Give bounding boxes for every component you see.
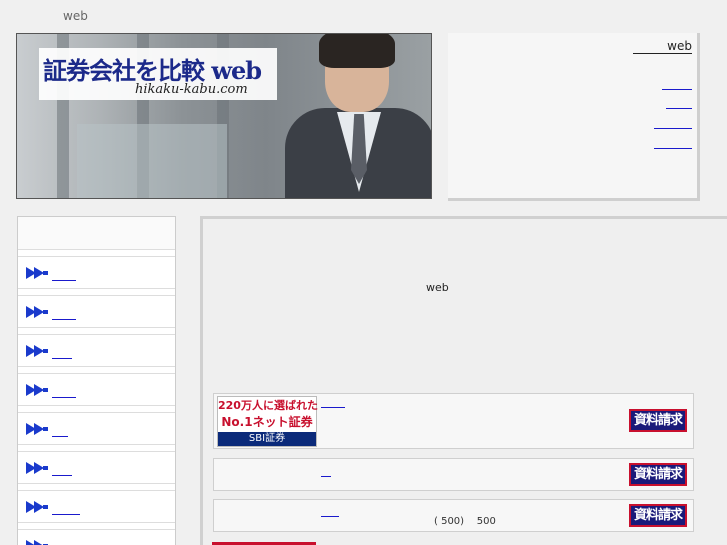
- sbi-logo-brand: SBI証券: [218, 432, 316, 446]
- request-info-button[interactable]: 資料請求: [629, 504, 687, 527]
- broker-card: 220万人に選ばれた No.1ネット証券 SBI証券 資料請求: [213, 393, 694, 449]
- right-panel: web: [448, 33, 700, 201]
- right-link-4[interactable]: [654, 137, 692, 149]
- nav-item[interactable]: [18, 256, 175, 289]
- nav-item[interactable]: [18, 334, 175, 367]
- double-arrow-right-icon: [26, 423, 48, 435]
- double-arrow-right-icon: [26, 306, 48, 318]
- nav-link[interactable]: [52, 501, 80, 515]
- right-link-3[interactable]: [654, 117, 692, 129]
- site-name-link[interactable]: web: [633, 39, 692, 54]
- main-content: web 220万人に選ばれた No.1ネット証券 SBI証券 資料請求 資料請求…: [200, 216, 727, 545]
- banner-person-hair: [319, 34, 395, 68]
- top-title: web: [63, 9, 88, 23]
- banner-title: 証券会社を比較 web: [43, 56, 262, 85]
- double-arrow-right-icon: [26, 384, 48, 396]
- right-link-2[interactable]: [666, 97, 692, 109]
- double-arrow-right-icon: [26, 267, 48, 279]
- banner-glass: [77, 124, 227, 198]
- nav-header: [18, 217, 175, 250]
- sbi-logo-tagline: 220万人に選ばれた: [218, 399, 318, 412]
- broker-link[interactable]: [321, 507, 339, 517]
- nav-item[interactable]: [18, 451, 175, 484]
- nav-item[interactable]: [18, 373, 175, 406]
- request-info-button[interactable]: 資料請求: [629, 463, 687, 486]
- nav-link[interactable]: [52, 423, 68, 437]
- sbi-logo[interactable]: 220万人に選ばれた No.1ネット証券 SBI証券: [217, 396, 318, 447]
- double-arrow-right-icon: [26, 462, 48, 474]
- broker-card: ( 500) 500 資料請求: [213, 499, 694, 532]
- nav-item[interactable]: [18, 412, 175, 445]
- fee-note: ( 500) 500: [434, 516, 496, 527]
- nav-link[interactable]: [52, 384, 76, 398]
- right-link-1[interactable]: [662, 78, 692, 90]
- left-nav: [17, 216, 176, 545]
- request-info-button[interactable]: 資料請求: [629, 409, 687, 432]
- nav-item[interactable]: [18, 295, 175, 328]
- nav-item[interactable]: [18, 529, 175, 545]
- main-intro-text: web: [426, 281, 449, 294]
- nav-link[interactable]: [52, 345, 72, 359]
- nav-link[interactable]: [52, 540, 80, 545]
- double-arrow-right-icon: [26, 540, 48, 545]
- nav-link[interactable]: [52, 267, 76, 281]
- site-banner[interactable]: 証券会社を比較 web hikaku-kabu.com: [16, 33, 432, 199]
- nav-link[interactable]: [52, 306, 76, 320]
- double-arrow-right-icon: [26, 345, 48, 357]
- broker-link[interactable]: [321, 467, 331, 477]
- sbi-logo-rank: No.1ネット証券: [221, 415, 313, 429]
- broker-card: 資料請求: [213, 458, 694, 491]
- double-arrow-right-icon: [26, 501, 48, 513]
- broker-link[interactable]: [321, 398, 345, 408]
- banner-domain: hikaku-kabu.com: [135, 82, 248, 97]
- nav-item[interactable]: [18, 490, 175, 523]
- nav-link[interactable]: [52, 462, 72, 476]
